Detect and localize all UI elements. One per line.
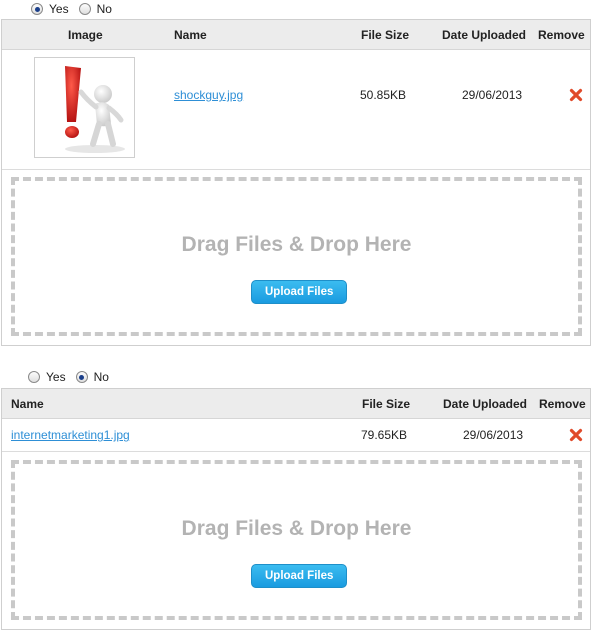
column-header-date-uploaded: Date Uploaded [442, 28, 527, 42]
file-upload-panel: Image Name File Size Date Uploaded Remov… [1, 19, 591, 346]
remove-icon[interactable] [569, 428, 583, 442]
column-header-date-uploaded: Date Uploaded [443, 397, 528, 411]
table-header: Image Name File Size Date Uploaded Remov… [2, 20, 590, 50]
no-radio[interactable] [78, 3, 91, 15]
table-header: Name File Size Date Uploaded Remove [2, 389, 590, 419]
show-images-radio-group: Yes No [28, 370, 119, 384]
file-date-uploaded: 29/06/2013 [462, 88, 523, 102]
file-thumbnail [34, 57, 135, 158]
table-row: shockguy.jpg 50.85KB 29/06/2013 [2, 50, 590, 170]
upload-files-button[interactable]: Upload Files [251, 564, 348, 588]
column-header-name: Name [11, 397, 44, 411]
remove-icon[interactable] [569, 88, 583, 102]
no-radio-label[interactable]: No [94, 370, 109, 384]
yes-radio[interactable] [28, 371, 40, 383]
yes-radio[interactable] [31, 3, 43, 15]
yes-radio-label[interactable]: Yes [46, 370, 66, 384]
no-radio-label[interactable]: No [97, 2, 112, 16]
drop-zone-text: Drag Files & Drop Here [181, 233, 412, 256]
drop-zone[interactable]: Drag Files & Drop Here Upload Files [11, 177, 582, 336]
yes-radio-label[interactable]: Yes [49, 2, 69, 16]
table-row: internetmarketing1.jpg 79.65KB 29/06/201… [2, 419, 590, 452]
drop-zone[interactable]: Drag Files & Drop Here Upload Files [11, 460, 582, 620]
file-name-link[interactable]: shockguy.jpg [174, 88, 243, 102]
file-date-uploaded: 29/06/2013 [463, 428, 524, 442]
column-header-image: Image [68, 28, 103, 42]
column-header-remove: Remove [538, 28, 585, 42]
show-images-radio-group: Yes No [31, 2, 122, 16]
drop-zone-text: Drag Files & Drop Here [181, 517, 412, 540]
column-header-remove: Remove [539, 397, 586, 411]
no-radio[interactable] [75, 371, 88, 383]
column-header-name: Name [174, 28, 207, 42]
upload-files-button[interactable]: Upload Files [251, 280, 348, 304]
exclamation-figure-image [65, 66, 125, 153]
file-size: 50.85KB [360, 88, 407, 102]
file-upload-panel: Name File Size Date Uploaded Remove inte… [1, 388, 591, 630]
column-header-file-size: File Size [361, 28, 410, 42]
file-name-link[interactable]: internetmarketing1.jpg [11, 428, 130, 442]
file-size: 79.65KB [361, 428, 408, 442]
column-header-file-size: File Size [362, 397, 411, 411]
